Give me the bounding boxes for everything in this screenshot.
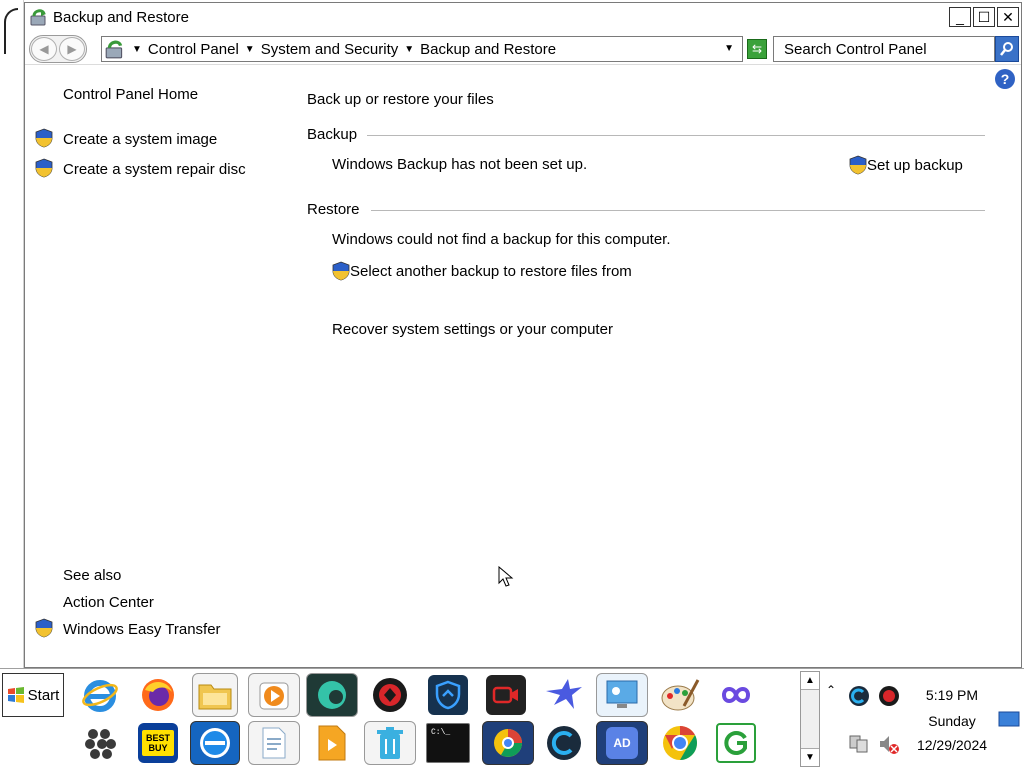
uac-shield-icon bbox=[35, 618, 53, 638]
see-also-heading: See also bbox=[63, 567, 122, 584]
remote-desktop-icon[interactable] bbox=[596, 673, 648, 717]
restore-section-title: Restore bbox=[307, 201, 360, 218]
search-icon[interactable] bbox=[995, 36, 1019, 62]
system-tray: ⌃ 5:19 PM Sunday 12/29/2024 bbox=[822, 669, 1024, 768]
backup-section-title: Backup bbox=[307, 126, 358, 143]
uac-shield-icon bbox=[849, 155, 867, 175]
minimize-button[interactable]: _ bbox=[949, 7, 971, 27]
breadcrumb-control-panel[interactable]: Control Panel ▼ bbox=[148, 41, 261, 58]
chrome-icon[interactable] bbox=[660, 723, 700, 763]
breadcrumb-backup-restore[interactable]: Backup and Restore bbox=[420, 41, 556, 58]
chevron-down-icon: ▼ bbox=[132, 43, 142, 55]
window-title: Backup and Restore bbox=[53, 9, 189, 26]
adblock-icon[interactable]: AD bbox=[596, 721, 648, 765]
window-controls: _ ☐ ✕ bbox=[949, 7, 1019, 27]
set-up-backup-button[interactable]: Set up backup bbox=[849, 155, 963, 175]
desktop-window-edge bbox=[4, 8, 18, 54]
breadcrumb-system-security[interactable]: System and Security ▼ bbox=[261, 41, 420, 58]
chromium-app-icon[interactable] bbox=[482, 721, 534, 765]
ccleaner-icon[interactable] bbox=[544, 723, 584, 763]
media-player-icon[interactable] bbox=[248, 673, 300, 717]
back-forward-buttons: ◀ ▶ bbox=[29, 35, 87, 63]
taskbar-scrollbar[interactable]: ▲ ▼ bbox=[800, 671, 820, 767]
windows-easy-transfer-link[interactable]: Windows Easy Transfer bbox=[63, 621, 221, 638]
command-prompt-icon[interactable]: C:\_ bbox=[426, 723, 470, 763]
internet-explorer-icon[interactable] bbox=[80, 675, 120, 715]
breadcrumb-separator[interactable]: ▼ bbox=[126, 44, 148, 55]
antivirus-icon[interactable] bbox=[370, 675, 410, 715]
magnifier-icon bbox=[1000, 42, 1013, 56]
mouse-cursor-icon bbox=[498, 566, 514, 587]
taskbar: Start BEST BUY C:\_ AD ▲ ▼ ⌃ 5:19 PM Sun… bbox=[0, 668, 1024, 768]
edge-legacy-icon[interactable] bbox=[306, 673, 358, 717]
network-icon[interactable] bbox=[848, 733, 870, 755]
grammar-app-icon[interactable] bbox=[716, 723, 756, 763]
backup-divider bbox=[367, 135, 985, 136]
infinity-app-icon[interactable] bbox=[716, 675, 756, 715]
address-dropdown-icon[interactable]: ▼ bbox=[724, 43, 734, 54]
vpn-shield-icon[interactable] bbox=[428, 675, 468, 715]
firefox-icon[interactable] bbox=[138, 675, 178, 715]
uac-shield-icon bbox=[332, 261, 350, 281]
antivirus-tray-icon[interactable] bbox=[878, 685, 900, 707]
clock-day[interactable]: Sunday bbox=[912, 713, 992, 729]
clock-date[interactable]: 12/29/2024 bbox=[912, 737, 992, 753]
windows-logo-icon bbox=[7, 687, 24, 703]
address-bar[interactable]: ▼ Control Panel ▼ System and Security ▼ Ba… bbox=[101, 36, 743, 62]
navigation-bar: ◀ ▶ ▼ Control Panel ▼ System and Security… bbox=[25, 33, 1021, 65]
file-explorer-icon[interactable] bbox=[192, 673, 238, 717]
uac-shield-icon bbox=[35, 158, 53, 178]
back-button[interactable]: ◀ bbox=[31, 37, 57, 61]
title-bar[interactable]: Backup and Restore _ ☐ ✕ bbox=[25, 3, 1021, 31]
control-panel-home-link[interactable]: Control Panel Home bbox=[63, 86, 198, 103]
volume-muted-icon[interactable] bbox=[878, 733, 900, 755]
recover-system-settings-link[interactable]: Recover system settings or your computer bbox=[332, 321, 613, 338]
create-system-image-link[interactable]: Create a system image bbox=[63, 131, 217, 148]
close-button[interactable]: ✕ bbox=[997, 7, 1019, 27]
document-icon[interactable] bbox=[248, 721, 300, 765]
action-center-link[interactable]: Action Center bbox=[63, 594, 154, 611]
start-button[interactable]: Start bbox=[2, 673, 64, 717]
show-desktop-icon[interactable] bbox=[998, 711, 1020, 729]
tasks-pane: Control Panel Home Create a system image… bbox=[25, 67, 295, 667]
play-file-icon[interactable] bbox=[312, 723, 352, 763]
create-repair-disc-link[interactable]: Create a system repair disc bbox=[63, 161, 246, 178]
chevron-down-icon[interactable]: ▼ bbox=[245, 44, 255, 55]
ccleaner-tray-icon[interactable] bbox=[848, 685, 870, 707]
control-panel-icon bbox=[105, 40, 123, 59]
page-heading: Back up or restore your files bbox=[307, 91, 494, 108]
uac-shield-icon bbox=[35, 128, 53, 148]
select-another-backup-label: Select another backup to restore files f… bbox=[350, 262, 632, 280]
clock-time[interactable]: 5:19 PM bbox=[912, 687, 992, 703]
refresh-button[interactable]: ⇆ bbox=[747, 39, 767, 59]
forward-button[interactable]: ▶ bbox=[59, 37, 85, 61]
screen-recorder-icon[interactable] bbox=[486, 675, 526, 715]
backup-status-text: Windows Backup has not been set up. bbox=[332, 156, 588, 173]
edge-icon[interactable] bbox=[190, 721, 240, 765]
blackberry-icon[interactable] bbox=[80, 723, 120, 763]
chevron-down-icon[interactable]: ▼ bbox=[404, 44, 414, 55]
show-hidden-icons-button[interactable]: ⌃ bbox=[826, 683, 836, 697]
backup-restore-window: Backup and Restore _ ☐ ✕ ◀ ▶ ▼ Control P… bbox=[24, 2, 1022, 668]
scroll-down-arrow[interactable]: ▼ bbox=[801, 748, 819, 766]
recycle-bin-icon[interactable] bbox=[364, 721, 416, 765]
bird-app-icon[interactable] bbox=[544, 675, 584, 715]
set-up-backup-label: Set up backup bbox=[867, 156, 963, 174]
start-label: Start bbox=[27, 686, 60, 704]
desktop-edge bbox=[0, 0, 24, 668]
maximize-button[interactable]: ☐ bbox=[973, 7, 995, 27]
select-another-backup-link[interactable]: Select another backup to restore files f… bbox=[332, 261, 632, 281]
best-buy-icon[interactable]: BEST BUY bbox=[138, 723, 178, 763]
scroll-up-arrow[interactable]: ▲ bbox=[801, 672, 819, 690]
main-content: Back up or restore your files Backup Win… bbox=[307, 67, 1007, 667]
search-input[interactable]: Search Control Panel bbox=[773, 36, 995, 62]
backup-restore-icon bbox=[30, 9, 46, 26]
restore-status-text: Windows could not find a backup for this… bbox=[332, 231, 671, 248]
restore-divider bbox=[371, 210, 985, 211]
paint-icon[interactable] bbox=[660, 675, 700, 715]
